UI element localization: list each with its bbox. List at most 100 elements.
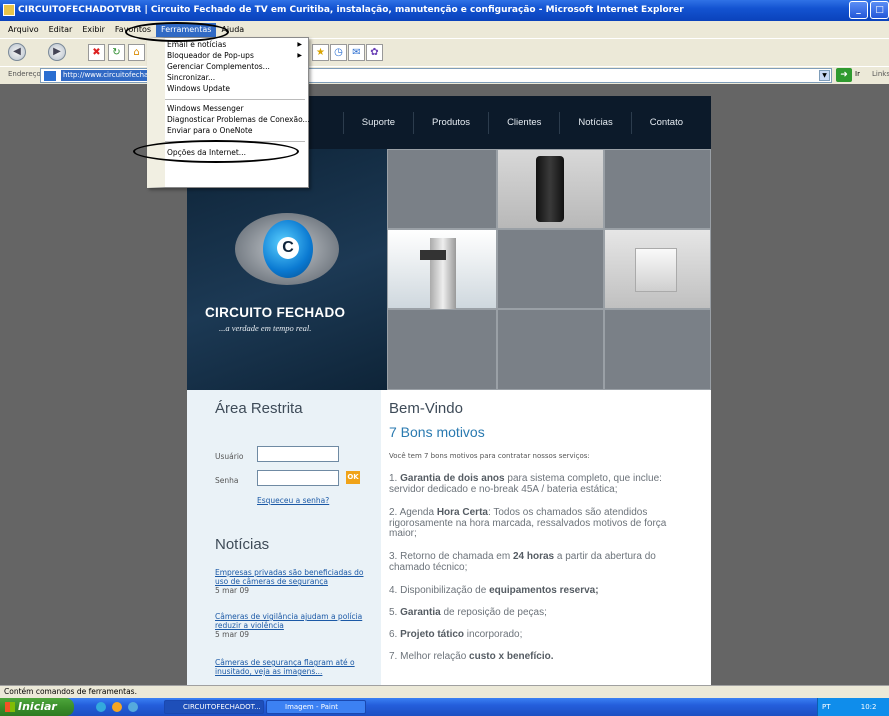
news-item: Câmeras de vigilância ajudam a polícia r… <box>215 612 377 639</box>
ie-quicklaunch-icon[interactable] <box>96 702 106 712</box>
camera-icon <box>635 248 677 292</box>
quicklaunch-icon[interactable] <box>112 702 122 712</box>
task-paint[interactable]: Imagem - Paint <box>266 700 366 714</box>
menu-item-sync[interactable]: Sincronizar... <box>167 73 215 82</box>
content-area: Área Restrita Usuário Senha OK Esqueceu … <box>187 390 711 685</box>
sidebar: Área Restrita Usuário Senha OK Esqueceu … <box>187 390 381 685</box>
chevron-down-icon[interactable]: ▼ <box>819 70 830 81</box>
address-bar: Endereço http://www.circuitofechado ▼ ➜ … <box>0 66 889 84</box>
title-bar: CIRCUITOFECHADOTVBR | Circuito Fechado d… <box>0 0 889 21</box>
pole-icon <box>430 238 456 310</box>
logo-c-icon: C <box>277 237 299 259</box>
news-item: Câmeras de segurança flagram até o inusi… <box>215 658 377 676</box>
news-link[interactable]: Câmeras de vigilância ajudam a polícia r… <box>215 612 362 630</box>
system-tray: PT 10:2 <box>817 698 889 716</box>
menu-item-addons[interactable]: Gerenciar Complementos... <box>167 62 270 71</box>
nav-contato[interactable]: Contato <box>630 111 701 134</box>
toolbar: ◀ ▶ ✖ ↻ ⌂ ★ ◷ ✉ ✿ <box>0 38 889 66</box>
menu-item-onenote[interactable]: Enviar para o OneNote <box>167 126 253 135</box>
window-title: CIRCUITOFECHADOTVBR | Circuito Fechado d… <box>18 5 684 15</box>
user-label: Usuário <box>215 452 244 461</box>
forgot-password-link[interactable]: Esqueceu a senha? <box>257 496 329 505</box>
minimize-button[interactable]: _ <box>849 1 868 19</box>
links-label[interactable]: Links <box>872 70 889 78</box>
stop-icon[interactable]: ✖ <box>88 44 105 61</box>
forward-icon[interactable]: ▶ <box>48 43 66 61</box>
task-ie[interactable]: CIRCUITOFECHADOT... <box>164 700 264 714</box>
news-link[interactable]: Empresas privadas são beneficiadas do us… <box>215 568 364 586</box>
reason-1: 1. Garantia de dois anos para sistema co… <box>389 473 662 495</box>
start-label: Iniciar <box>18 700 57 713</box>
news-link[interactable]: Câmeras de segurança flagram até o inusi… <box>215 658 355 676</box>
camera-icon <box>420 250 446 260</box>
password-input[interactable] <box>257 470 339 486</box>
menu-item-popup-blocker[interactable]: Bloqueador de Pop-ups <box>167 51 254 60</box>
address-url: http://www.circuitofechado <box>61 70 160 81</box>
grid-cell <box>497 229 604 309</box>
menu-item-messenger[interactable]: Windows Messenger <box>167 104 244 113</box>
home-icon[interactable]: ⌂ <box>128 44 145 61</box>
address-label: Endereço <box>8 70 41 78</box>
clock[interactable]: 10:2 <box>861 703 877 711</box>
menu-exibir[interactable]: Exibir <box>77 23 110 37</box>
grid-cell <box>387 309 497 390</box>
quicklaunch-icon[interactable] <box>128 702 138 712</box>
status-bar: Contém comandos de ferramentas. <box>0 685 889 698</box>
pole-photo <box>387 229 497 310</box>
dome-camera-photo <box>604 229 711 309</box>
mail-icon[interactable]: ✉ <box>348 44 365 61</box>
menu-item-diagnose[interactable]: Diagnosticar Problemas de Conexão... <box>167 115 310 124</box>
menu-item-windows-update[interactable]: Windows Update <box>167 84 230 93</box>
reason-6: 6. Projeto tático incorporado; <box>389 629 523 640</box>
reason-3: 3. Retorno de chamada em 24 horas a part… <box>389 551 656 573</box>
taskbar: Iniciar CIRCUITOFECHADOT... Imagem - Pai… <box>0 698 889 716</box>
page-viewport[interactable]: Suporte Produtos Clientes Notícias Conta… <box>0 84 889 685</box>
camera-photo <box>497 149 604 229</box>
reason-5: 5. Garantia de reposição de peças; <box>389 607 547 618</box>
news-item: Empresas privadas são beneficiadas do us… <box>215 568 377 595</box>
nav-clientes[interactable]: Clientes <box>488 111 559 134</box>
submenu-arrow-icon: ▶ <box>297 41 302 48</box>
page-icon <box>44 71 56 81</box>
reason-2: 2. Agenda Hora Certa: Todos os chamados … <box>389 507 667 539</box>
news-title: Notícias <box>215 536 270 553</box>
news-date: 5 mar 09 <box>215 630 250 639</box>
grid-cell <box>604 149 711 229</box>
browser-window: CIRCUITOFECHADOTVBR | Circuito Fechado d… <box>0 0 889 716</box>
go-label[interactable]: Ir <box>855 70 860 78</box>
welcome-title: Bem-Vindo <box>389 400 463 417</box>
reasons-intro: Você tem 7 bons motivos para contratar n… <box>389 452 590 460</box>
submenu-arrow-icon: ▶ <box>297 52 302 59</box>
menu-editar[interactable]: Editar <box>44 23 78 37</box>
news-date: 5 mar 09 <box>215 586 250 595</box>
history-icon[interactable]: ◷ <box>330 44 347 61</box>
language-indicator[interactable]: PT <box>822 703 831 711</box>
nav-noticias[interactable]: Notícias <box>559 111 630 134</box>
tools-menu: Email e notícias ▶ Bloqueador de Pop-ups… <box>147 37 310 188</box>
restricted-title: Área Restrita <box>215 400 303 417</box>
go-arrow-icon[interactable]: ➜ <box>836 68 852 82</box>
maximize-button[interactable]: □ <box>870 1 889 19</box>
nav-suporte[interactable]: Suporte <box>342 111 413 134</box>
refresh-icon[interactable]: ↻ <box>108 44 125 61</box>
menu-separator <box>165 99 305 100</box>
reason-7: 7. Melhor relação custo x benefício. <box>389 651 554 662</box>
highlight-oval <box>125 22 229 42</box>
password-label: Senha <box>215 476 239 485</box>
messenger-icon[interactable]: ✿ <box>366 44 383 61</box>
logo-tagline: ...a verdade em tempo real. <box>219 323 312 333</box>
user-input[interactable] <box>257 446 339 462</box>
welcome-section: Bem-Vindo 7 Bons motivos Você tem 7 bons… <box>381 390 711 685</box>
grid-cell <box>497 309 604 390</box>
favorites-icon[interactable]: ★ <box>312 44 329 61</box>
ok-button[interactable]: OK <box>346 471 360 484</box>
menu-arquivo[interactable]: Arquivo <box>3 23 44 37</box>
nav-produtos[interactable]: Produtos <box>413 111 488 134</box>
back-icon[interactable]: ◀ <box>8 43 26 61</box>
reasons-title: 7 Bons motivos <box>389 424 485 440</box>
logo-title: CIRCUITO FECHADO <box>205 305 346 320</box>
window-controls: _ □ <box>849 1 889 19</box>
windows-logo-icon <box>5 702 15 712</box>
start-button[interactable]: Iniciar <box>0 698 74 716</box>
ie-icon <box>3 4 15 16</box>
